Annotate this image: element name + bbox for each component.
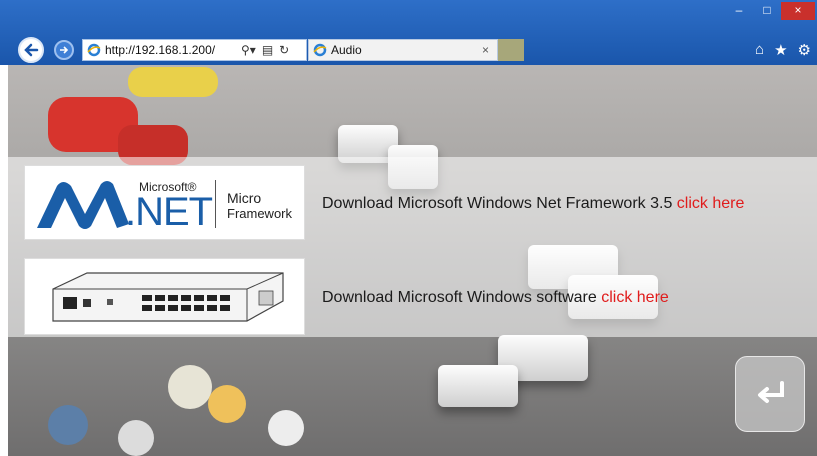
download-software-text: Download Microsoft Windows software [322, 289, 597, 306]
download-software-link[interactable]: click here [601, 289, 669, 306]
minimize-button[interactable]: – [725, 2, 753, 20]
download-dotnet-text: Download Microsoft Windows Net Framework… [322, 195, 673, 212]
home-icon[interactable]: ⌂ [755, 41, 764, 59]
download-row-dotnet: Download Microsoft Windows Net Framework… [322, 195, 744, 213]
dotnet-sub1: Micro [227, 190, 262, 206]
network-switch-icon [52, 272, 284, 322]
forward-arrow-icon [60, 46, 69, 54]
dotnet-logo: Microsoft® .NET Micro Framework [24, 165, 305, 240]
dotnet-sub2: Framework [227, 206, 293, 221]
refresh-icon[interactable]: ↻ [279, 43, 289, 57]
back-arrow-icon [24, 43, 39, 57]
knob [208, 385, 246, 423]
compat-view-icon[interactable]: ▤ [262, 43, 273, 57]
window-controls: – □ × [725, 2, 815, 20]
close-button[interactable]: × [781, 2, 815, 20]
yellow-fader-cap [128, 67, 218, 97]
return-arrow-icon [758, 381, 784, 403]
fader-cap [438, 365, 518, 407]
dotnet-divider [215, 180, 216, 228]
return-button[interactable] [735, 356, 805, 432]
address-url[interactable]: http://192.168.1.200/ [105, 43, 235, 57]
dotnet-product: .NET [125, 190, 213, 234]
ie-icon [87, 43, 101, 57]
knob [168, 365, 212, 409]
page-content: Microsoft® .NET Micro Framework Download… [8, 65, 817, 456]
star-icon[interactable]: ★ [774, 41, 787, 59]
device-image [24, 258, 305, 335]
knob [48, 405, 88, 445]
forward-button[interactable] [54, 40, 74, 60]
download-dotnet-link[interactable]: click here [677, 195, 745, 212]
download-row-software: Download Microsoft Windows software clic… [322, 289, 669, 307]
new-tab-button[interactable] [498, 39, 524, 61]
dotnet-wave-icon [37, 181, 129, 229]
tab-ie-icon [313, 43, 327, 57]
search-icon[interactable]: ⚲▾ [241, 43, 256, 57]
toolbar-icons: ⌂ ★ ⚙ [755, 41, 811, 59]
maximize-button[interactable]: □ [753, 2, 781, 20]
gear-icon[interactable]: ⚙ [798, 41, 811, 59]
knob [118, 420, 154, 456]
address-bar[interactable]: http://192.168.1.200/ ⚲▾ ▤ ↻ [82, 39, 307, 61]
knob [268, 410, 304, 446]
tab-close-icon[interactable]: × [482, 43, 489, 57]
tab-title: Audio [331, 43, 362, 57]
browser-chrome: – □ × http://192.168.1.200/ ⚲▾ ▤ ↻ Audio… [0, 0, 817, 65]
tab-audio[interactable]: Audio × [308, 39, 498, 61]
back-button[interactable] [18, 37, 44, 63]
